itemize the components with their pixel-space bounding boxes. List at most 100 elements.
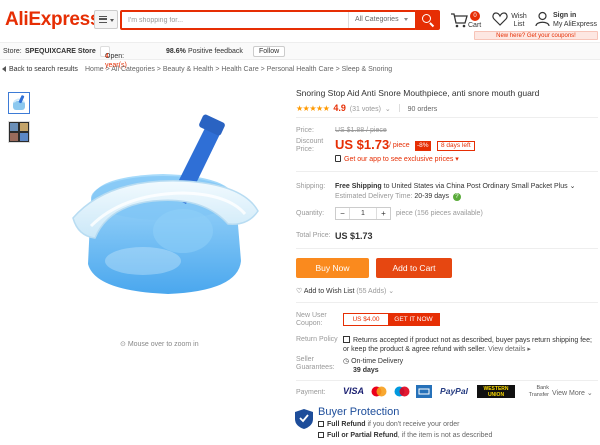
follow-store-button[interactable]: Follow (253, 46, 286, 57)
return-policy-description: Returns accepted if product not as descr… (343, 337, 592, 353)
breadcrumb: Back to search results Home > All Catego… (0, 62, 600, 78)
product-thumbnail-2[interactable] (8, 121, 30, 143)
app-promo-link[interactable]: Get our app to see exclusive prices ▾ (335, 155, 459, 163)
phone-icon (335, 155, 341, 162)
new-user-coupon-label: New User Coupon: (296, 312, 327, 328)
product-title: Snoring Stop Aid Anti Snore Mouthpiece, … (296, 88, 540, 98)
return-policy-label: Return Policy (296, 336, 338, 343)
mouthguard-case-image (72, 114, 259, 294)
quantity-stepper: − 1 + (335, 207, 391, 220)
shipping-info[interactable]: Free Shipping to United States via China… (335, 182, 575, 190)
cart-label: Cart (468, 22, 482, 29)
get-coupon-button[interactable]: GET IT NOW (388, 314, 439, 325)
coupon-label-line1: New User (296, 312, 327, 319)
feedback-percent: 98.6% (166, 48, 186, 55)
full-refund-rest: if you don't receive your order (367, 421, 460, 428)
coupon-amount: US $4.00 (352, 316, 380, 323)
votes-link[interactable]: (31 votes) (350, 106, 381, 113)
total-price-label: Total Price: (296, 232, 331, 239)
visa-icon: VISA (342, 386, 364, 396)
search-icon (422, 14, 431, 23)
discount-price: US $1.73 (335, 137, 390, 152)
quantity-available: piece (156 pieces available) (396, 210, 483, 217)
cart-button[interactable]: 0 Cart (450, 11, 486, 31)
buy-now-button[interactable]: Buy Now (296, 258, 369, 278)
heart-icon (492, 12, 508, 26)
store-name[interactable]: SPEQUIXCARE Store (25, 48, 96, 55)
add-to-wish-list[interactable]: ♡ Add to Wish List (55 Adds) ⌄ (296, 287, 394, 295)
back-link-label: Back to search results (9, 66, 78, 73)
quantity-input[interactable]: 1 (350, 208, 376, 219)
wish-label-line2: List (513, 21, 525, 28)
wish-list-count: (55 Adds) (356, 288, 387, 295)
seller-label-line1: Seller (296, 356, 314, 363)
my-aliexpress-link[interactable]: My AliExpress (553, 21, 597, 28)
partial-refund-rest: , if the item is not as described (397, 432, 493, 439)
free-shipping-text: Free Shipping (335, 183, 382, 190)
search-input[interactable] (122, 12, 348, 28)
divider (398, 104, 400, 112)
store-bar: Store: SPEQUIXCARE Store Open: 4 year(s)… (0, 42, 600, 69)
shipping-label: Shipping: (296, 183, 326, 190)
help-icon[interactable]: ? (452, 193, 461, 201)
western-union-icon: WESTERN UNION (477, 385, 515, 398)
partial-refund-bold: Full or Partial Refund (327, 432, 398, 439)
discount-label-line2: Price: (296, 146, 314, 153)
coupon-widget: US $4.00 GET IT NOW (343, 313, 440, 326)
discount-price-label: Discount Price: (296, 138, 323, 154)
quantity-increase-button[interactable]: + (376, 208, 390, 219)
paypal-icon: PayPal (440, 386, 468, 396)
quantity-label: Quantity: (296, 210, 325, 217)
heart-icon: ♡ (296, 288, 303, 295)
feedback-label: Positive feedback (188, 48, 243, 55)
breadcrumb-trail[interactable]: Home > All Categories > Beauty & Health … (85, 66, 392, 73)
rating-score: 4.9 (333, 103, 346, 113)
product-main-image[interactable] (33, 86, 286, 339)
eta-label: Estimated Delivery Time: (335, 193, 413, 200)
wish-list-button[interactable]: Wish List (492, 11, 528, 31)
new-user-coupon-banner[interactable]: New here? Get your coupons! (474, 31, 598, 40)
category-select[interactable]: All Categories (348, 12, 414, 28)
sign-in-link[interactable]: Sign in (553, 12, 576, 19)
product-grid-thumbnail-image (9, 122, 29, 142)
full-refund-bold: Full Refund (327, 421, 366, 428)
partial-refund-line: Full or Partial Refund, if the item is n… (318, 432, 492, 439)
add-to-cart-button[interactable]: Add to Cart (376, 258, 452, 278)
coupon-label-line2: Coupon: (296, 320, 323, 327)
store-prefix: Store: (3, 48, 22, 55)
original-price: US $1.88 / piece (335, 127, 387, 134)
cart-count-badge: 0 (470, 11, 480, 21)
zoom-hint-text: Mouse over to zoom in (127, 341, 199, 348)
rating-stars: ★★★★★ (296, 104, 330, 113)
eta-days: 20-39 days (414, 193, 450, 200)
aliexpress-logo[interactable]: AliExpress (5, 9, 101, 31)
refund-box-icon (318, 421, 324, 427)
return-policy-text: Returns accepted if product not as descr… (343, 336, 597, 354)
delivery-estimate: Estimated Delivery Time: 20-39 days ? (335, 193, 461, 201)
view-details-link[interactable]: View details ▸ (488, 346, 531, 353)
quantity-decrease-button[interactable]: − (336, 208, 350, 219)
seller-label-line2: Guarantees: (296, 364, 335, 371)
search-button[interactable] (416, 10, 440, 30)
discount-badge: -8% (415, 141, 431, 151)
store-open-duration: Open: 4 year(s) (100, 46, 127, 69)
product-thumbnail-1[interactable] (8, 92, 30, 114)
account-menu[interactable]: Sign in My AliExpress (535, 11, 597, 31)
back-to-search-link[interactable]: Back to search results (2, 66, 78, 73)
refund-box-icon (318, 432, 324, 438)
divider (296, 171, 598, 172)
category-menu-button[interactable] (94, 10, 118, 29)
chevron-down-icon (404, 18, 408, 21)
seller-guarantees: ◷ On-time Delivery 39 days (343, 357, 403, 375)
chevron-down-icon: ⌄ (569, 183, 576, 190)
discount-label-line1: Discount (296, 138, 324, 145)
search-bar: All Categories (120, 10, 417, 30)
wish-list-label: Wish List (510, 13, 528, 29)
view-more-payments-link[interactable]: View More ⌄ (552, 389, 593, 397)
on-time-delivery-days: 39 days (353, 367, 379, 374)
divider (296, 302, 598, 303)
chevron-down-icon: ▾ (455, 156, 459, 163)
bank-transfer-icon: Bank Transfer (528, 385, 549, 398)
total-price: US $1.73 (335, 231, 373, 241)
wish-label-line1: Wish (511, 13, 527, 20)
